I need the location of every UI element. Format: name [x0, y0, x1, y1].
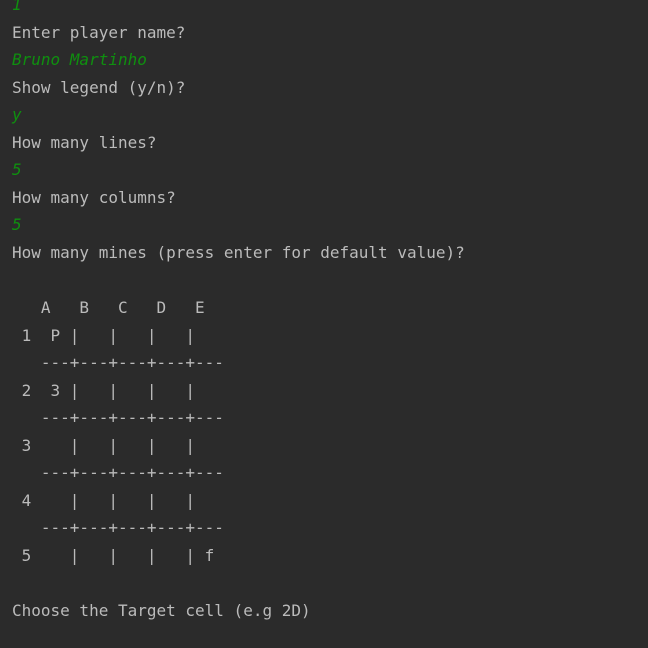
board-separator: ---+---+---+---+--- [12, 463, 224, 482]
prompt-lines: How many lines? [12, 133, 157, 152]
input-player-name: Bruno Martinho [12, 50, 147, 69]
board-separator: ---+---+---+---+--- [12, 353, 224, 372]
board-row-1: 1 P | | | | [12, 326, 196, 345]
console-output[interactable]: 1 Enter player name? Bruno Martinho Show… [0, 0, 648, 648]
board-row-4: 4 | | | | [12, 491, 196, 510]
board-row-5: 5 | | | | f [12, 546, 215, 565]
board-row-3: 3 | | | | [12, 436, 196, 455]
prompt-show-legend: Show legend (y/n)? [12, 78, 186, 97]
board-row-2: 2 3 | | | | [12, 381, 196, 400]
input-show-legend: y [12, 105, 22, 124]
input-lines: 5 [12, 160, 22, 179]
board-separator: ---+---+---+---+--- [12, 518, 224, 537]
prompt-mines: How many mines (press enter for default … [12, 243, 465, 262]
prompt-columns: How many columns? [12, 188, 176, 207]
board-column-header: A B C D E [12, 298, 205, 317]
input-columns: 5 [12, 215, 22, 234]
prompt-player-name: Enter player name? [12, 23, 186, 42]
input-line-mode: 1 [12, 0, 22, 14]
prompt-target-cell: Choose the Target cell (e.g 2D) [12, 601, 311, 620]
board-separator: ---+---+---+---+--- [12, 408, 224, 427]
